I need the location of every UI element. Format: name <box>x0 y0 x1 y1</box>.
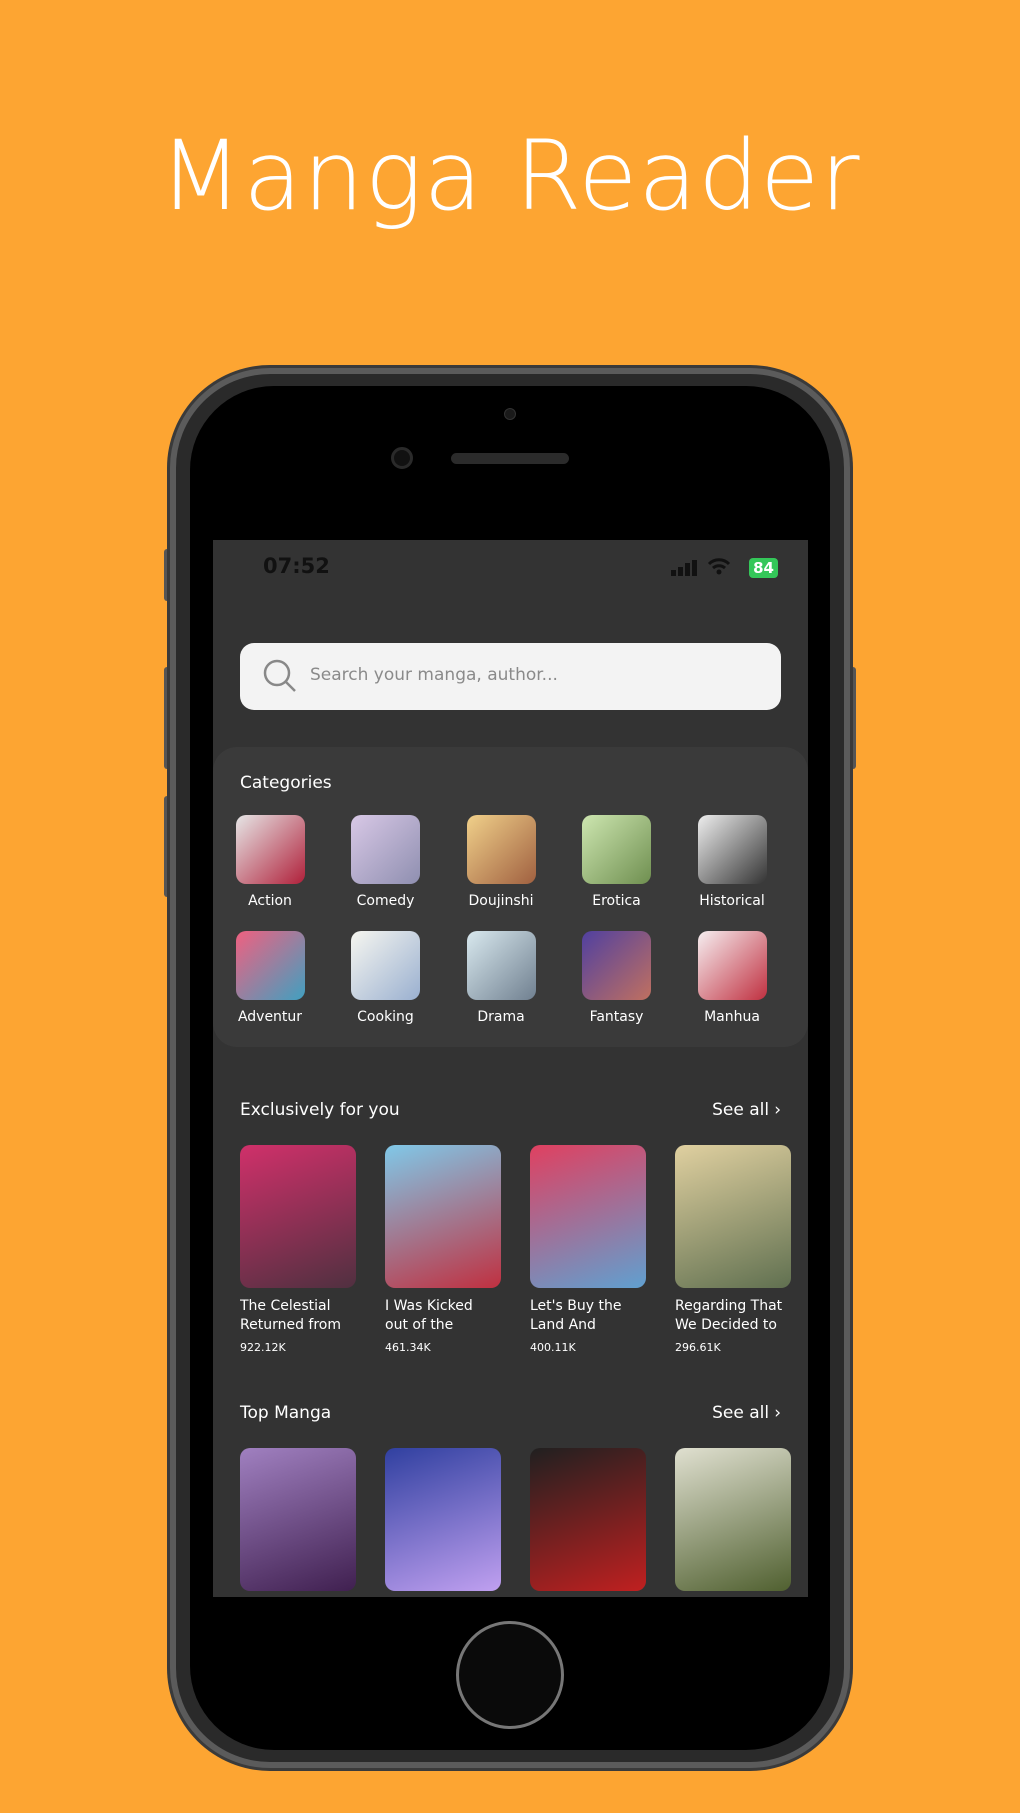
see-all-label: See all <box>712 1403 770 1423</box>
category-thumbnail <box>582 815 651 884</box>
manga-card[interactable]: I Was Kicked out of the 461.34K <box>385 1145 501 1354</box>
category-doujinshi[interactable]: Doujinshi <box>456 815 546 909</box>
category-label: Comedy <box>356 893 415 909</box>
top-manga-heading: Top Manga <box>240 1403 332 1423</box>
category-thumbnail <box>235 931 305 1000</box>
category-fantasy[interactable]: Fantasy <box>572 931 662 1025</box>
top-manga-card[interactable] <box>675 1448 791 1591</box>
category-label: Doujinshi <box>468 893 534 909</box>
search-placeholder: Search your manga, author... <box>310 665 558 685</box>
category-label: Erotica <box>592 893 641 909</box>
manga-cover <box>675 1145 791 1288</box>
category-thumbnail <box>582 931 651 1000</box>
manga-title: I Was Kicked out of the <box>385 1298 473 1333</box>
category-thumbnail <box>466 931 536 1000</box>
view-count: 400.11K <box>530 1341 576 1354</box>
manga-cover <box>530 1145 646 1288</box>
manga-cover <box>530 1448 646 1591</box>
categories-heading: Categories <box>240 773 332 793</box>
category-drama[interactable]: Drama <box>456 931 546 1025</box>
home-button[interactable] <box>456 1621 564 1729</box>
manga-card[interactable]: The Celestial Returned from 922.12K <box>240 1145 356 1354</box>
category-comedy[interactable]: Comedy <box>341 815 431 909</box>
view-count: 922.12K <box>240 1341 286 1354</box>
manga-cover <box>675 1448 791 1591</box>
exclusive-see-all[interactable]: See all › <box>712 1100 781 1120</box>
category-thumbnail <box>351 815 420 884</box>
category-label: Drama <box>477 1009 525 1025</box>
category-thumbnail <box>466 815 536 884</box>
app-screen: 07:52 84 Search your manga, author... Ca… <box>213 540 808 1597</box>
category-label: Action <box>248 893 292 909</box>
earpiece-speaker <box>451 453 569 464</box>
category-thumbnail <box>697 931 767 1000</box>
categories-panel: Categories Action Comedy Doujinshi Erotica H… <box>213 747 808 1047</box>
manga-cover <box>385 1145 501 1288</box>
front-camera <box>391 447 413 469</box>
category-label: Manhua <box>704 1009 760 1025</box>
manga-title: Regarding That We Decided to <box>675 1298 783 1333</box>
chevron-right-icon: › <box>774 1403 781 1423</box>
top-manga-card[interactable] <box>240 1448 356 1591</box>
category-label: Fantasy <box>589 1009 644 1025</box>
view-count: 461.34K <box>385 1341 431 1354</box>
view-count: 296.61K <box>675 1341 721 1354</box>
category-label: Historical <box>699 893 765 909</box>
signal-icon <box>671 560 697 576</box>
manga-cover <box>240 1145 356 1288</box>
exclusive-heading: Exclusively for you <box>240 1100 400 1120</box>
category-thumbnail <box>235 815 305 884</box>
sensor-dot <box>504 408 516 420</box>
manga-cover <box>240 1448 356 1591</box>
category-manhua[interactable]: Manhua <box>687 931 777 1025</box>
category-label: Cooking <box>357 1009 414 1025</box>
top-manga-card[interactable] <box>385 1448 501 1591</box>
category-erotica[interactable]: Erotica <box>572 815 662 909</box>
category-adventur[interactable]: Adventur <box>225 931 315 1025</box>
manga-card[interactable]: Regarding That We Decided to 296.61K <box>675 1145 791 1354</box>
category-label: Adventur <box>237 1009 303 1025</box>
category-thumbnail <box>697 815 767 884</box>
search-icon <box>263 659 296 692</box>
category-cooking[interactable]: Cooking <box>341 931 431 1025</box>
category-action[interactable]: Action <box>225 815 315 909</box>
manga-card[interactable]: Let's Buy the Land And 400.11K <box>530 1145 646 1354</box>
manga-title: Let's Buy the Land And <box>530 1298 622 1333</box>
top-manga-card[interactable] <box>530 1448 646 1591</box>
search-input[interactable]: Search your manga, author... <box>240 643 781 710</box>
category-thumbnail <box>351 931 420 1000</box>
status-time: 07:52 <box>263 554 330 578</box>
manga-cover <box>385 1448 501 1591</box>
manga-title: The Celestial Returned from <box>240 1298 341 1333</box>
top-manga-see-all[interactable]: See all › <box>712 1403 781 1423</box>
chevron-right-icon: › <box>774 1100 781 1120</box>
promo-title: Manga Reader <box>159 120 861 232</box>
see-all-label: See all <box>712 1100 770 1120</box>
battery-indicator: 84 <box>749 558 778 578</box>
category-historical[interactable]: Historical <box>687 815 777 909</box>
wifi-icon <box>707 558 731 575</box>
